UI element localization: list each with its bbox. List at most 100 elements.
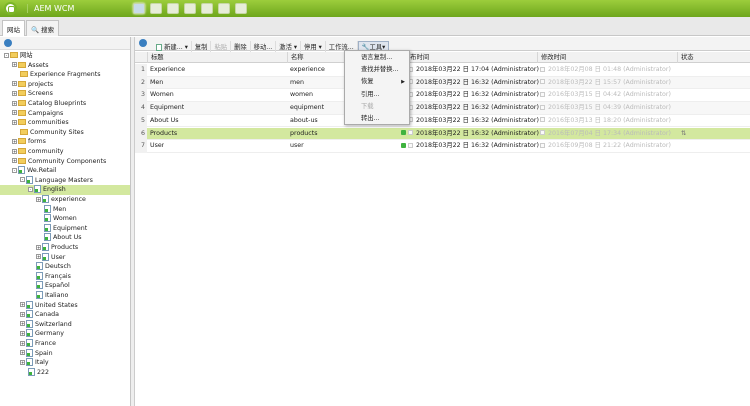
row-published: 2018年03月22 日 16:32 (Administrator) bbox=[416, 142, 539, 150]
tree-node-label: User bbox=[51, 253, 66, 261]
expand-toggle-icon[interactable]: + bbox=[20, 350, 25, 356]
inbox-icon[interactable] bbox=[184, 3, 196, 14]
menu-item[interactable]: 引用... bbox=[361, 89, 409, 101]
tree-node[interactable]: + United States bbox=[0, 300, 130, 311]
tree-node-label: Assets bbox=[28, 61, 49, 69]
column-status[interactable]: 状态 bbox=[677, 52, 750, 63]
tree-node[interactable]: Community Sites bbox=[0, 128, 130, 138]
expand-toggle-icon[interactable]: + bbox=[20, 359, 25, 365]
tree-node[interactable]: Men bbox=[0, 204, 130, 215]
column-title[interactable]: 标题 bbox=[147, 52, 287, 63]
tree-node[interactable]: + communities bbox=[0, 118, 130, 128]
row-published: 2018年03月22 日 16:32 (Administrator) bbox=[416, 91, 539, 99]
expand-toggle-icon[interactable]: + bbox=[12, 119, 17, 125]
menu-item[interactable]: 语言复制... bbox=[361, 52, 409, 64]
page-icon bbox=[44, 204, 51, 213]
tree-node[interactable]: + experience bbox=[0, 195, 130, 205]
tree-node-label: Español bbox=[45, 282, 70, 290]
tab-search[interactable]: 🔍 搜索 bbox=[26, 20, 60, 36]
expand-toggle-icon[interactable]: + bbox=[12, 62, 17, 68]
expand-toggle-icon[interactable]: + bbox=[36, 254, 41, 260]
tree-node[interactable]: - Language Masters bbox=[0, 175, 130, 186]
tree-node[interactable]: - English bbox=[0, 185, 130, 195]
expand-toggle-icon[interactable]: + bbox=[20, 330, 25, 336]
tree-node[interactable]: + Catalog Blueprints bbox=[0, 99, 130, 109]
tree-node[interactable]: + projects bbox=[0, 80, 130, 90]
tree-node[interactable]: + Canada bbox=[0, 310, 130, 320]
table-row[interactable]: 3 Women women 2018年03月22 日 16:32 (Admini… bbox=[135, 89, 750, 103]
table-row[interactable]: 5 About Us about-us 2018年03月22 日 16:32 (… bbox=[135, 114, 750, 128]
tree-node[interactable]: Español bbox=[0, 281, 130, 291]
row-number: 7 bbox=[135, 140, 147, 153]
tree-node[interactable]: + Germany bbox=[0, 329, 130, 339]
expand-toggle-icon[interactable]: + bbox=[12, 158, 17, 164]
tree-node-label: Screens bbox=[28, 90, 53, 98]
tree-node[interactable]: Women bbox=[0, 214, 130, 224]
tree-node[interactable]: Experience Fragments bbox=[0, 70, 130, 80]
tree-node[interactable]: + Assets bbox=[0, 61, 130, 71]
tree-node[interactable]: + Products bbox=[0, 243, 130, 253]
table-row[interactable]: 7 User user 2018年03月22 日 16:32 (Administ… bbox=[135, 140, 750, 153]
tree-node[interactable]: - We.Retail bbox=[0, 166, 130, 176]
menu-item[interactable]: 查找并替换... bbox=[361, 64, 409, 76]
expand-toggle-icon[interactable]: + bbox=[12, 148, 17, 154]
column-published[interactable]: 发布时间 bbox=[400, 52, 537, 63]
tree-node[interactable]: Deutsch bbox=[0, 262, 130, 272]
tree-node-label: Deutsch bbox=[45, 263, 71, 271]
tools-icon[interactable] bbox=[218, 3, 230, 14]
tree-node[interactable]: About Us bbox=[0, 233, 130, 243]
menu-item[interactable]: 转出... bbox=[361, 113, 409, 125]
expand-toggle-icon[interactable]: + bbox=[12, 138, 17, 144]
menu-item[interactable]: 恢复 ▶ bbox=[361, 76, 409, 88]
tree-node[interactable]: + forms bbox=[0, 137, 130, 147]
expand-toggle-icon[interactable]: + bbox=[20, 340, 25, 346]
tree-node-label: Experience Fragments bbox=[30, 71, 101, 79]
expand-toggle-icon[interactable]: + bbox=[36, 196, 41, 202]
tab-websites[interactable]: 网站 bbox=[2, 20, 25, 36]
table-row[interactable]: 1 Experience experience 2018年03月22 日 17:… bbox=[135, 64, 750, 77]
tree-node[interactable]: + User bbox=[0, 252, 130, 263]
expand-toggle-icon[interactable]: + bbox=[12, 110, 17, 116]
refresh-icon[interactable] bbox=[4, 39, 12, 47]
tree-node[interactable]: - 网站 bbox=[0, 51, 130, 61]
digital-assets-icon[interactable] bbox=[150, 3, 162, 14]
campaigns-icon[interactable] bbox=[167, 3, 179, 14]
table-row[interactable]: 6 Products products 2018年03月22 日 16:32 (… bbox=[135, 127, 750, 141]
websites-icon[interactable] bbox=[133, 3, 145, 14]
expand-toggle-icon[interactable]: + bbox=[20, 302, 25, 308]
folder-icon bbox=[18, 157, 26, 164]
tree-node[interactable]: Français bbox=[0, 271, 130, 282]
tree-node[interactable]: + France bbox=[0, 339, 130, 349]
expand-toggle-icon[interactable]: + bbox=[12, 81, 17, 87]
tree-node[interactable]: + Spain bbox=[0, 348, 130, 359]
tree-node[interactable]: + Italy bbox=[0, 358, 130, 368]
tree-node[interactable]: + Campaigns bbox=[0, 109, 130, 119]
tree-node[interactable]: + Community Components bbox=[0, 157, 130, 167]
expand-toggle-icon[interactable]: + bbox=[12, 100, 17, 106]
users-icon[interactable] bbox=[201, 3, 213, 14]
aem-logo-icon[interactable] bbox=[4, 2, 17, 15]
expand-toggle-icon[interactable]: + bbox=[12, 90, 17, 96]
menu-item[interactable]: 下载 bbox=[361, 101, 409, 113]
tree-node-label: Community Components bbox=[28, 157, 107, 165]
tree-node-label: Community Sites bbox=[30, 128, 84, 136]
collapse-toggle-icon[interactable]: - bbox=[20, 177, 25, 183]
collapse-toggle-icon[interactable]: - bbox=[12, 167, 17, 173]
collapse-toggle-icon[interactable]: - bbox=[4, 52, 9, 58]
tree-node[interactable]: Equipment bbox=[0, 223, 130, 234]
tagging-icon[interactable] bbox=[235, 3, 247, 14]
column-modified[interactable]: 修改时间 bbox=[537, 52, 677, 63]
tree-node[interactable]: 222 bbox=[0, 367, 130, 378]
tree-node[interactable]: + Screens bbox=[0, 89, 130, 99]
refresh-icon[interactable] bbox=[139, 39, 147, 47]
expand-toggle-icon[interactable]: + bbox=[20, 321, 25, 327]
collapse-toggle-icon[interactable]: - bbox=[28, 186, 33, 192]
tree-node[interactable]: + Switzerland bbox=[0, 319, 130, 330]
tree-node[interactable]: Italiano bbox=[0, 291, 130, 301]
tree-node[interactable]: + community bbox=[0, 147, 130, 157]
expand-toggle-icon[interactable]: + bbox=[36, 244, 41, 250]
table-row[interactable]: 4 Equipment equipment 2018年03月22 日 16:32… bbox=[135, 102, 750, 115]
folder-icon bbox=[20, 128, 28, 135]
table-row[interactable]: 2 Men men 2018年03月22 日 16:32 (Administra… bbox=[135, 76, 750, 90]
expand-toggle-icon[interactable]: + bbox=[20, 311, 25, 317]
